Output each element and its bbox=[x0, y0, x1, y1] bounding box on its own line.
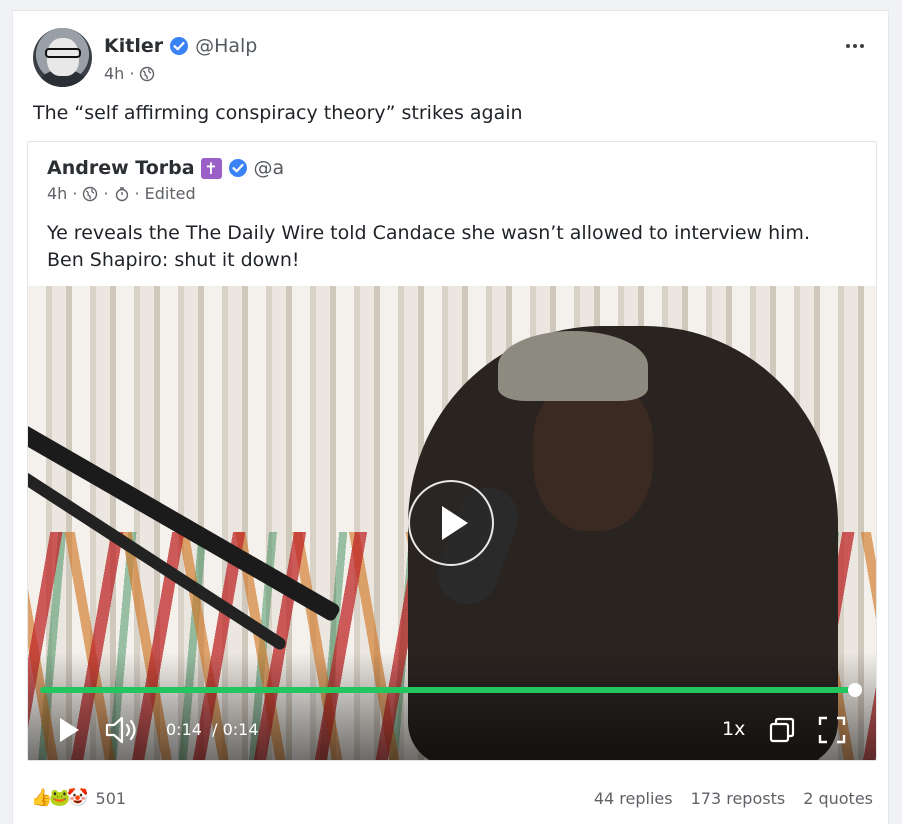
quote-time[interactable]: 4h bbox=[47, 184, 67, 203]
meta-separator: · bbox=[134, 184, 140, 203]
fullscreen-icon[interactable] bbox=[818, 716, 846, 744]
meta-separator: · bbox=[129, 64, 135, 83]
volume-icon[interactable] bbox=[104, 714, 140, 746]
video-frame-cap bbox=[498, 331, 648, 401]
video-time: 0:14 / 0:14 bbox=[166, 720, 259, 739]
video-player[interactable]: 0:14 / 0:14 1x bbox=[28, 286, 876, 760]
post-text: The “self affirming conspiracy theory” s… bbox=[33, 102, 523, 124]
play-icon bbox=[442, 506, 468, 540]
video-frame-face bbox=[533, 381, 653, 531]
verified-icon bbox=[170, 37, 189, 55]
meta-separator: · bbox=[103, 184, 109, 203]
quote-author-display-name[interactable]: Andrew Torba bbox=[47, 157, 195, 179]
quote-author-line: Andrew Torba ✝ @a bbox=[47, 157, 284, 179]
reaction-count[interactable]: 501 bbox=[96, 789, 127, 808]
author-handle[interactable]: @Halp bbox=[195, 35, 257, 57]
cross-badge-icon: ✝ bbox=[200, 157, 222, 179]
avatar-glasses bbox=[45, 48, 81, 58]
reactions[interactable]: 👍 🐸 🤡 501 bbox=[31, 788, 126, 808]
dot-icon bbox=[853, 44, 857, 48]
replies-count[interactable]: 44 replies bbox=[594, 789, 673, 808]
avatar[interactable] bbox=[33, 28, 92, 87]
post-time[interactable]: 4h bbox=[104, 64, 124, 83]
more-options-button[interactable] bbox=[844, 35, 866, 57]
post-meta: 4h · bbox=[104, 64, 155, 83]
post-stats: 44 replies 173 reposts 2 quotes bbox=[594, 789, 873, 808]
edited-label: Edited bbox=[144, 184, 196, 203]
progress-handle[interactable] bbox=[848, 683, 862, 697]
clown-icon: 🤡 bbox=[67, 788, 89, 808]
controls-gradient bbox=[28, 652, 876, 760]
quote-text: Ye reveals the The Daily Wire told Canda… bbox=[47, 222, 810, 271]
globe-icon bbox=[140, 66, 155, 81]
globe-icon bbox=[83, 186, 98, 201]
dot-icon bbox=[860, 44, 864, 48]
progress-bar[interactable] bbox=[40, 687, 855, 693]
post-card: Kitler @Halp 4h · The “self affirming co… bbox=[12, 10, 889, 824]
author-display-name[interactable]: Kitler bbox=[104, 35, 163, 57]
post-footer: 👍 🐸 🤡 501 44 replies 173 reposts 2 quote… bbox=[31, 784, 873, 812]
picture-in-picture-icon[interactable] bbox=[769, 717, 795, 743]
verified-icon bbox=[228, 159, 247, 177]
playback-speed-button[interactable]: 1x bbox=[722, 718, 745, 740]
play-overlay-button[interactable] bbox=[408, 480, 494, 566]
meta-separator: · bbox=[72, 184, 78, 203]
reposts-count[interactable]: 173 reposts bbox=[691, 789, 786, 808]
quotes-count[interactable]: 2 quotes bbox=[803, 789, 873, 808]
play-button[interactable] bbox=[60, 718, 79, 742]
quoted-post[interactable]: Andrew Torba ✝ @a 4h · · · Edited Ye rev… bbox=[27, 141, 877, 761]
quote-author-handle[interactable]: @a bbox=[254, 157, 285, 179]
duration: 0:14 bbox=[222, 720, 259, 739]
dot-icon bbox=[846, 44, 850, 48]
quote-meta: 4h · · · Edited bbox=[47, 184, 196, 203]
timer-icon bbox=[115, 186, 128, 201]
time-separator: / bbox=[212, 720, 218, 739]
author-line: Kitler @Halp bbox=[104, 35, 257, 57]
current-time: 0:14 bbox=[166, 720, 202, 739]
